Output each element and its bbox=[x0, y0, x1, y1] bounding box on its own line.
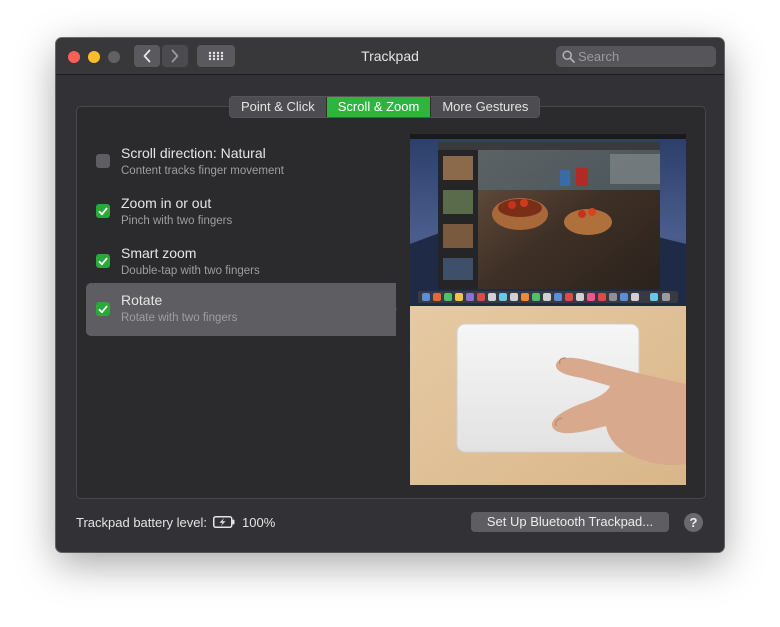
option-subtitle: Pinch with two fingers bbox=[121, 215, 233, 227]
option-subtitle: Content tracks finger movement bbox=[121, 165, 284, 177]
option-scroll-direction[interactable]: Scroll direction: Natural Content tracks… bbox=[86, 136, 396, 189]
title-bar[interactable]: Trackpad bbox=[56, 38, 724, 75]
smart-zoom-checkbox[interactable] bbox=[96, 254, 110, 268]
option-title: Smart zoom bbox=[121, 245, 197, 261]
option-smart-zoom[interactable]: Smart zoom Double-tap with two fingers bbox=[86, 236, 396, 289]
trackpad-preferences-window: Trackpad Point & Click Scroll & Zoom Mor… bbox=[56, 38, 724, 552]
checkmark-icon bbox=[98, 305, 108, 313]
rotate-checkbox[interactable] bbox=[96, 302, 110, 316]
option-zoom-in-or-out[interactable]: Zoom in or out Pinch with two fingers bbox=[86, 186, 396, 239]
help-button[interactable]: ? bbox=[684, 513, 703, 532]
battery-label: Trackpad battery level: bbox=[76, 514, 208, 530]
scroll-direction-checkbox[interactable] bbox=[96, 154, 110, 168]
option-title: Scroll direction: Natural bbox=[121, 145, 266, 161]
tab-point-and-click[interactable]: Point & Click bbox=[230, 97, 327, 117]
search-input[interactable] bbox=[576, 46, 712, 67]
battery-status: Trackpad battery level: 100% bbox=[76, 514, 275, 530]
gesture-preview-illustration bbox=[410, 134, 686, 485]
tab-bar: Point & Click Scroll & Zoom More Gesture… bbox=[229, 96, 541, 118]
tab-scroll-and-zoom[interactable]: Scroll & Zoom bbox=[326, 97, 432, 117]
gesture-preview-video bbox=[410, 134, 686, 485]
set-up-bluetooth-trackpad-button[interactable]: Set Up Bluetooth Trackpad... bbox=[471, 512, 669, 532]
option-subtitle: Rotate with two fingers bbox=[121, 312, 238, 324]
checkmark-icon bbox=[98, 207, 108, 215]
zoom-in-or-out-checkbox[interactable] bbox=[96, 204, 110, 218]
tab-more-gestures[interactable]: More Gestures bbox=[431, 97, 540, 117]
battery-value: 100% bbox=[242, 514, 276, 530]
option-rotate[interactable]: Rotate Rotate with two fingers bbox=[86, 283, 397, 336]
checkmark-icon bbox=[98, 257, 108, 265]
option-title: Zoom in or out bbox=[121, 195, 212, 211]
option-subtitle: Double-tap with two fingers bbox=[121, 265, 260, 277]
battery-charging-icon bbox=[213, 516, 235, 528]
search-field[interactable] bbox=[556, 46, 716, 67]
search-icon bbox=[562, 50, 575, 63]
option-title: Rotate bbox=[121, 292, 163, 308]
